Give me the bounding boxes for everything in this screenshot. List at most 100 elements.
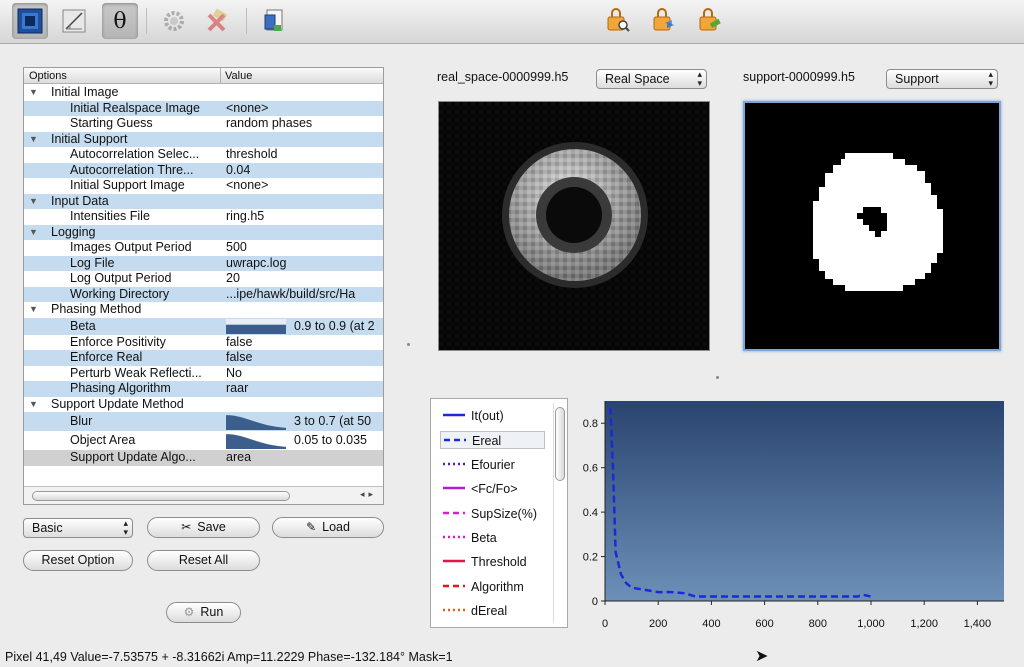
option-value[interactable]: ...ipe/hawk/build/src/Ha — [226, 287, 355, 303]
realspace-image[interactable] — [438, 101, 710, 351]
option-value[interactable]: 3 to 0.7 (at 50 — [294, 412, 371, 431]
legend-swatch — [443, 608, 465, 612]
option-row[interactable]: Beta 0.9 to 0.9 (at 2 — [24, 317, 383, 335]
option-value[interactable]: 20 — [226, 271, 240, 287]
legend-swatch — [443, 584, 465, 588]
option-group-row[interactable]: ▼ Input Data — [24, 193, 383, 210]
option-value[interactable]: 0.05 to 0.035 — [294, 431, 367, 450]
legend-item[interactable]: <Fc/Fo> — [440, 480, 546, 498]
option-row[interactable]: Enforce Positivity false — [24, 335, 383, 351]
option-row[interactable]: Blur 3 to 0.7 (at 50 — [24, 412, 383, 431]
realspace-view-select[interactable]: Real Space ▴ ▾ — [596, 69, 707, 89]
scroll-thumb[interactable] — [32, 491, 290, 501]
option-value[interactable]: random phases — [226, 116, 312, 132]
option-row[interactable]: Perturb Weak Reflecti... No — [24, 366, 383, 382]
value-profile-graphic[interactable] — [226, 432, 286, 449]
option-row[interactable]: Log Output Period 20 — [24, 271, 383, 287]
option-group-row[interactable]: ▼ Initial Image — [24, 85, 383, 101]
disclosure-triangle-icon[interactable]: ▼ — [29, 225, 38, 241]
option-row[interactable]: Intensities File ring.h5 — [24, 209, 383, 225]
options-tree[interactable]: Options Value ▼ Initial Image Initial Real… — [23, 67, 384, 505]
x-tick-label: 1,200 — [910, 618, 938, 630]
option-row[interactable]: Object Area 0.05 to 0.035 — [24, 431, 383, 450]
option-row[interactable]: Autocorrelation Thre... 0.04 — [24, 162, 383, 179]
image-view-icon[interactable] — [12, 3, 48, 39]
lock-share-icon[interactable] — [646, 3, 682, 39]
option-row[interactable]: Initial Realspace Image <none> — [24, 100, 383, 117]
mode-select[interactable]: Basic ▴ ▾ — [23, 518, 133, 538]
scroll-arrows[interactable]: ◂▸ — [360, 489, 377, 500]
legend-label: Beta — [471, 531, 497, 545]
disclosure-triangle-icon[interactable]: ▼ — [29, 132, 38, 148]
options-edit-icon[interactable] — [56, 3, 92, 39]
legend-label: Threshold — [471, 555, 527, 570]
option-row[interactable]: Enforce Real false — [24, 350, 383, 366]
load-button[interactable]: ✎ Load — [272, 517, 384, 538]
disclosure-triangle-icon[interactable]: ▼ — [29, 397, 38, 413]
option-group-row[interactable]: ▼ Logging — [24, 224, 383, 241]
value-profile-graphic[interactable] — [226, 318, 286, 334]
scroll-thumb[interactable] — [555, 407, 565, 481]
legend-item[interactable]: Ereal — [440, 431, 545, 450]
disclosure-triangle-icon[interactable]: ▼ — [29, 194, 38, 210]
options-column-header[interactable]: Options — [29, 70, 67, 82]
reset-option-button[interactable]: Reset Option — [23, 550, 133, 571]
option-value[interactable]: false — [226, 335, 252, 351]
plot-legend[interactable]: It(out) Ereal Efourier <Fc/Fo> SupSize(%) Bet… — [430, 398, 568, 628]
option-value[interactable]: area — [226, 450, 251, 466]
error-plot[interactable]: 0 200 400 600 800 1,000 1,200 1,400 0 0.2 0.4 0.6 0.… — [572, 398, 1012, 638]
option-row[interactable]: Starting Guess random phases — [24, 116, 383, 132]
option-row[interactable]: Log File uwrapc.log — [24, 255, 383, 272]
option-label: Log File — [70, 255, 115, 270]
option-row[interactable]: Working Directory ...ipe/hawk/build/src/H… — [24, 286, 383, 303]
option-value[interactable]: false — [226, 350, 252, 366]
legend-scrollbar[interactable] — [553, 403, 565, 623]
value-column-header[interactable]: Value — [225, 70, 252, 82]
legend-item[interactable]: Algorithm — [440, 578, 546, 596]
horizontal-scrollbar[interactable]: ◂▸ — [24, 486, 383, 504]
option-group-row[interactable]: ▼ Phasing Method — [24, 302, 383, 318]
tools-disabled-icon[interactable] — [200, 3, 236, 39]
option-value[interactable]: 0.04 — [226, 163, 250, 179]
option-value[interactable]: raar — [226, 381, 248, 397]
legend-item[interactable]: Beta — [440, 529, 546, 547]
option-value[interactable]: threshold — [226, 147, 277, 163]
value-profile-graphic[interactable] — [226, 413, 286, 430]
option-row[interactable]: Initial Support Image <none> — [24, 178, 383, 194]
option-label: Autocorrelation Selec... — [70, 147, 200, 161]
option-label: Intensities File — [70, 209, 150, 223]
lock-search-icon[interactable] — [600, 3, 636, 39]
support-image[interactable] — [743, 101, 1001, 351]
option-value[interactable]: 0.9 to 0.9 (at 2 — [294, 318, 375, 335]
option-row[interactable]: Phasing Algorithm raar — [24, 381, 383, 397]
disclosure-triangle-icon[interactable]: ▼ — [29, 85, 38, 101]
option-label: Initial Support Image — [70, 178, 185, 192]
legend-item[interactable]: dEreal — [440, 602, 546, 620]
option-row[interactable]: Images Output Period 500 — [24, 240, 383, 256]
legend-item[interactable]: It(out) — [440, 407, 546, 425]
gear-icon[interactable] — [156, 3, 192, 39]
toolbar: θ — [0, 0, 1024, 44]
disclosure-triangle-icon[interactable]: ▼ — [29, 302, 38, 318]
option-group-row[interactable]: ▼ Initial Support — [24, 131, 383, 148]
run-button[interactable]: ⚙ Run — [166, 602, 241, 623]
option-value[interactable]: 500 — [226, 240, 247, 256]
option-value[interactable]: ring.h5 — [226, 209, 264, 225]
option-row[interactable]: Support Update Algo... area — [24, 450, 383, 466]
option-group-row[interactable]: ▼ Support Update Method — [24, 397, 383, 413]
document-icon[interactable] — [256, 3, 292, 39]
legend-item[interactable]: SupSize(%) — [440, 505, 546, 523]
gear-icon: ⚙ — [183, 605, 195, 619]
lock-tools-icon[interactable] — [692, 3, 728, 39]
legend-item[interactable]: Threshold — [440, 553, 546, 571]
option-value[interactable]: <none> — [226, 178, 268, 194]
option-value[interactable]: No — [226, 366, 242, 382]
option-value[interactable]: <none> — [226, 101, 268, 117]
legend-item[interactable]: Efourier — [440, 456, 546, 474]
theta-icon[interactable]: θ — [102, 3, 138, 39]
support-view-select[interactable]: Support ▴ ▾ — [886, 69, 998, 89]
option-row[interactable]: Autocorrelation Selec... threshold — [24, 147, 383, 163]
reset-all-button[interactable]: Reset All — [147, 550, 260, 571]
option-value[interactable]: uwrapc.log — [226, 256, 286, 272]
save-button[interactable]: ✂ Save — [147, 517, 260, 538]
